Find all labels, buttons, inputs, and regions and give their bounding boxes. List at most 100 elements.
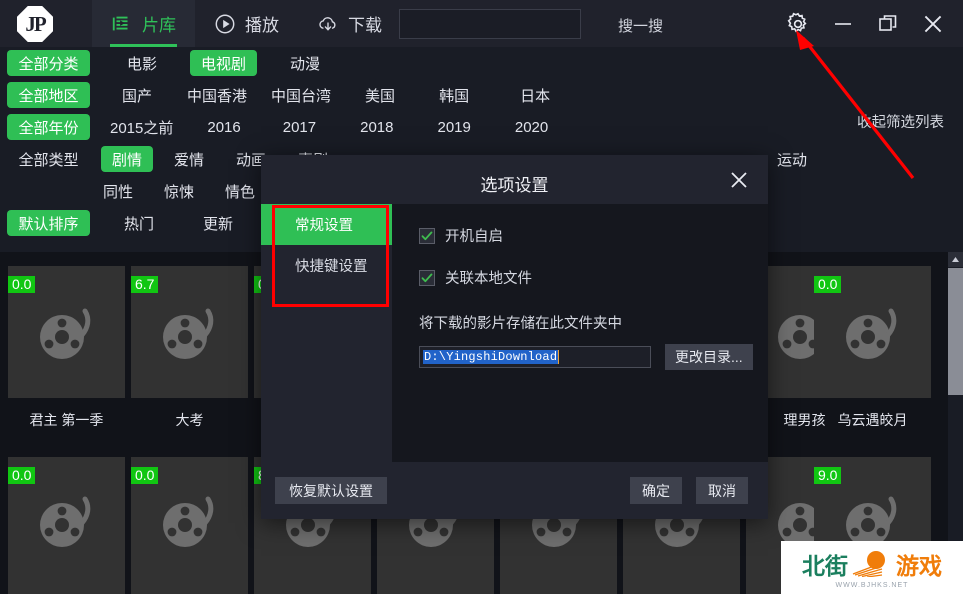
filter-row-region: 全部地区 国产 中国香港 中国台湾 美国 韩国 日本 [7,79,963,111]
ok-button[interactable]: 确定 [630,477,682,504]
filter-chip[interactable]: 更新 [192,210,244,236]
search-button[interactable]: 搜一搜 [618,15,663,36]
dialog-body: 开机自启 关联本地文件 将下载的影片存储在此文件夹中 D:\YingshiDow… [392,204,768,462]
app-logo: JP [17,6,53,42]
nav-item-library[interactable]: 片库 [92,0,195,47]
card-poster: 0.0 [131,457,248,594]
card-rating: 0.0 [131,467,158,484]
filter-chip[interactable]: 惊悚 [153,178,205,204]
card-title: 君主 第一季 [8,410,125,430]
download-folder-hint: 将下载的影片存储在此文件夹中 [419,312,768,333]
film-reel-icon [157,490,223,550]
media-card[interactable]: 0.0 [8,457,125,594]
filter-chip[interactable]: 电视剧 [190,50,257,76]
browse-folder-button[interactable]: 更改目录... [665,344,753,370]
filter-chip[interactable]: 国产 [111,82,163,108]
play-circle-icon [214,13,236,35]
chevron-up-icon [951,256,960,263]
filter-chip[interactable]: 剧情 [101,146,153,172]
filter-chip[interactable]: 2016 [196,114,251,140]
dialog-close-button[interactable] [724,165,754,195]
filter-chip[interactable]: 2020 [504,114,559,140]
media-card[interactable]: 0.0 [131,457,248,594]
film-reel-icon [34,490,100,550]
cloud-download-icon [317,13,339,35]
filter-chip[interactable]: 中国台湾 [260,82,342,108]
filter-chip[interactable]: 全部类型 [7,146,90,172]
filter-chip[interactable]: 默认排序 [7,210,90,236]
watermark-main: 北街 游戏 [802,547,942,581]
library-icon [111,13,133,35]
download-path-value: D:\YingshiDownload [423,350,558,364]
media-card[interactable]: 6.7 大考 [131,266,248,398]
nav-item-play[interactable]: 播放 [195,0,298,47]
dialog-title: 选项设置 [261,171,768,196]
autostart-checkbox[interactable] [419,228,435,244]
settings-gear-button[interactable] [775,0,820,47]
card-rating: 9.0 [814,467,841,484]
collapse-filters-button[interactable]: 收起筛选列表 [857,111,944,132]
watermark-text-left: 北街 [802,547,848,581]
filter-chip[interactable]: 情色 [214,178,266,204]
filter-chip[interactable]: 2017 [272,114,327,140]
search-box[interactable] [399,9,581,39]
file-association-checkbox[interactable] [419,270,435,286]
card-title: 乌云遇皎月 [814,410,931,430]
options-dialog: 选项设置 常规设置 快捷键设置 开机自启 [261,155,768,519]
dialog-footer: 恢复默认设置 确定 取消 [261,462,768,519]
filter-chip[interactable]: 运动 [766,146,818,172]
dialog-tab-general-label: 常规设置 [295,214,353,235]
card-title: 大考 [131,410,248,430]
watermark-text-right: 游戏 [896,547,942,581]
dialog-tab-hotkeys[interactable]: 快捷键设置 [261,245,392,286]
checkbox-row-file-association[interactable]: 关联本地文件 [419,267,768,288]
main-nav: 片库 播放 下载 [92,0,401,47]
filter-chip[interactable]: 爱情 [163,146,215,172]
card-poster: 0.0 [814,266,931,398]
close-icon [920,11,946,37]
filter-chip[interactable]: 动漫 [279,50,331,76]
dialog-tab-general[interactable]: 常规设置 [261,204,392,245]
nav-item-download[interactable]: 下载 [298,0,401,47]
card-poster: 6.7 [131,266,248,398]
film-reel-icon [840,302,906,362]
filter-chip[interactable]: 中国香港 [176,82,258,108]
app-window: JP 片库 播放 [0,0,963,594]
filter-chip[interactable]: 韩国 [428,82,480,108]
card-poster: 0.0 [8,457,125,594]
filter-chip[interactable]: 全部地区 [7,82,90,108]
filter-chip[interactable]: 日本 [509,82,561,108]
media-card[interactable]: 0.0 君主 第一季 [8,266,125,398]
filter-chip[interactable]: 2018 [349,114,404,140]
filter-chip[interactable]: 2015之前 [99,114,184,140]
filter-chip[interactable]: 热门 [113,210,165,236]
check-icon [421,230,433,242]
minimize-button[interactable] [820,0,865,47]
restore-button[interactable] [865,0,910,47]
title-bar: JP 片库 播放 [0,0,963,47]
search-input[interactable] [400,10,580,38]
file-association-label: 关联本地文件 [445,267,532,288]
film-reel-icon [157,302,223,362]
media-card[interactable]: 0.0 乌云遇皎月 [814,266,931,398]
filter-chip[interactable]: 同性 [92,178,144,204]
watermark-logo: 北街 游戏 WWW.BJHKS.NET [781,541,963,594]
filter-chip[interactable]: 全部年份 [7,114,90,140]
card-rating: 6.7 [131,276,158,293]
filter-chip[interactable]: 电影 [116,50,168,76]
cancel-button[interactable]: 取消 [696,477,748,504]
filter-chip[interactable]: 美国 [354,82,406,108]
filter-row-category: 全部分类 电影 电视剧 动漫 [7,47,963,79]
filter-chip[interactable]: 全部分类 [7,50,90,76]
close-button[interactable] [910,0,955,47]
watermark-url: WWW.BJHKS.NET [836,582,909,589]
scroll-up-button[interactable] [948,252,963,267]
sunburst-icon [849,551,895,577]
nav-label-library: 片库 [142,11,176,36]
checkbox-row-autostart[interactable]: 开机自启 [419,225,768,246]
scrollbar-thumb[interactable] [948,268,963,395]
app-logo-text: JP [25,14,44,35]
filter-chip[interactable]: 2019 [427,114,482,140]
reset-defaults-button[interactable]: 恢复默认设置 [275,477,387,504]
download-path-input[interactable]: D:\YingshiDownload [419,346,651,368]
